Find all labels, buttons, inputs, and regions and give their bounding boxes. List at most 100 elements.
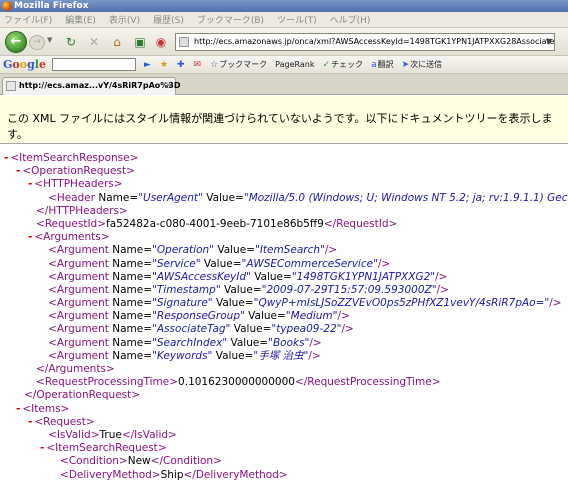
tab-favicon (6, 81, 16, 91)
collapse-toggle[interactable]: - (40, 442, 44, 454)
tab-active[interactable]: http://ecs.amaz...vY/4sRiR7pAo%3D ✕ (2, 77, 181, 95)
xml-line-content: <Items> (22, 402, 70, 415)
navigation-toolbar: ← → ▼ ↻ ✕ ⌂ ▣ ◉ http://ecs.amazonaws.jp/… (0, 28, 568, 56)
xml-line: <DeliveryMethod>Ship</DeliveryMethod> (0, 469, 568, 480)
google-logo: Google (3, 58, 46, 71)
menu-bookmarks[interactable]: ブックマーク(B) (197, 13, 264, 26)
menu-bar: ファイル(F) 編集(E) 表示(V) 履歴(S) ブックマーク(B) ツール(… (0, 12, 568, 28)
google-toolbar: Google ► ★ ✚ ✉ ☆ブックマーク PageRank ✓チェック a翻… (0, 56, 568, 74)
xml-line-content: <RequestProcessingTime>0.101623000000000… (36, 376, 441, 389)
xml-line: <Argument Name="Signature" Value="QwyP+m… (0, 297, 568, 310)
google-send-button[interactable]: ➤次に送信 (402, 59, 443, 70)
menu-tools[interactable]: ツール(T) (277, 13, 317, 26)
google-send-label: 次に送信 (410, 60, 443, 69)
xml-line: </OperationRequest> (0, 389, 568, 402)
xml-line-content: </HTTPHeaders> (36, 204, 128, 217)
back-button[interactable]: ← (5, 31, 27, 53)
google-check-button[interactable]: ✓チェック (323, 59, 364, 70)
xml-line: <Argument Name="Operation" Value="ItemSe… (0, 244, 568, 257)
menu-file[interactable]: ファイル(F) (4, 13, 52, 26)
google-bookmark-label: ブックマーク (219, 60, 268, 69)
collapse-toggle[interactable]: - (28, 231, 32, 243)
tab-close-icon[interactable]: ✕ (164, 78, 172, 94)
send-icon: ➤ (401, 60, 410, 70)
menu-help[interactable]: ヘルプ(H) (330, 13, 371, 26)
collapse-toggle[interactable]: - (28, 178, 32, 190)
xml-line: - <OperationRequest> (0, 165, 568, 178)
xml-line: - <HTTPHeaders> (0, 178, 568, 191)
xml-line: <Argument Name="Timestamp" Value="2009-0… (0, 284, 568, 297)
menu-view[interactable]: 表示(V) (109, 13, 140, 26)
xml-line-content: <Argument Name="AssociateTag" Value="typ… (48, 323, 354, 336)
xml-style-notice: この XML ファイルにはスタイル情報が関連づけられていないようです。以下にドキ… (0, 96, 568, 144)
collapse-toggle[interactable]: - (28, 416, 32, 428)
xml-line-content: <Argument Name="SearchIndex" Value="Book… (48, 336, 322, 349)
xml-line-content: <Argument Name="Keywords" Value="手塚 治虫"/… (48, 349, 321, 362)
xml-line: <Condition>New</Condition> (0, 455, 568, 468)
xml-line-content: <Request> (34, 415, 95, 428)
xml-line: - <Items> (0, 403, 568, 416)
home-icon[interactable]: ⌂ (109, 34, 125, 50)
reload-icon[interactable]: ↻ (63, 34, 79, 50)
url-dropdown-icon[interactable]: ▼ (546, 34, 552, 50)
google-search-go-icon[interactable]: ► (144, 60, 152, 70)
xml-line: <Argument Name="Keywords" Value="手塚 治虫"/… (0, 350, 568, 363)
xml-line: <Argument Name="Service" Value="AWSEComm… (0, 258, 568, 271)
google-translate-button[interactable]: a翻訳 (371, 59, 394, 70)
xml-line-content: <HTTPHeaders> (34, 178, 123, 191)
collapse-toggle[interactable]: - (16, 403, 20, 415)
xml-line-content: <OperationRequest> (22, 165, 135, 178)
site-favicon (179, 37, 189, 47)
xml-line: <Argument Name="SearchIndex" Value="Book… (0, 337, 568, 350)
xml-line-content: <IsValid>True</IsValid> (48, 428, 177, 441)
google-translate-label: 翻訳 (377, 60, 394, 69)
xml-line-content: <Arguments> (34, 231, 110, 244)
bookmark-star-icon: ☆ (210, 60, 219, 70)
menu-history[interactable]: 履歴(S) (153, 13, 184, 26)
window-title-bar: Mozilla Firefox (0, 0, 568, 12)
url-text: http://ecs.amazonaws.jp/onca/xml?AWSAcce… (194, 37, 555, 46)
google-check-label: チェック (331, 60, 364, 69)
collapse-toggle[interactable]: - (16, 165, 20, 177)
history-dropdown-icon[interactable]: ▼ (47, 36, 52, 44)
menu-edit[interactable]: 編集(E) (65, 13, 96, 26)
xml-style-notice-text: この XML ファイルにはスタイル情報が関連づけられていないようです。以下にドキ… (7, 112, 553, 141)
xml-line: <IsValid>True</IsValid> (0, 429, 568, 442)
xml-line-content: <ItemSearchResponse> (10, 152, 139, 164)
translate-icon: a (371, 60, 377, 70)
google-plus-icon[interactable]: ✚ (177, 60, 186, 70)
xml-line-content: </Arguments> (36, 363, 115, 375)
forward-button[interactable]: → (29, 35, 45, 50)
google-bookmark-button[interactable]: ☆ブックマーク (210, 59, 267, 70)
check-icon: ✓ (322, 60, 331, 70)
xml-line: <Header Name="UserAgent" Value="Mozilla/… (0, 192, 568, 205)
url-bar[interactable]: http://ecs.amazonaws.jp/onca/xml?AWSAcce… (175, 33, 555, 51)
addon-icon[interactable]: ◉ (153, 34, 169, 50)
google-pagerank-label: PageRank (275, 60, 315, 69)
xml-line: </Arguments> (0, 363, 568, 376)
xml-line: <Argument Name="AssociateTag" Value="typ… (0, 323, 568, 336)
xml-line: - <Request> (0, 416, 568, 429)
xml-line-content: <Header Name="UserAgent" Value="Mozilla/… (48, 191, 568, 204)
stop-icon[interactable]: ✕ (86, 34, 102, 50)
google-mail-icon[interactable]: ✉ (194, 60, 203, 70)
xml-line-content: <Argument Name="Operation" Value="ItemSe… (48, 244, 338, 257)
bookmark-page-icon[interactable]: ▣ (132, 34, 148, 50)
xml-line: - <ItemSearchRequest> (0, 442, 568, 455)
xml-line: <RequestId>fa52482a-c080-4001-9eeb-7101e… (0, 218, 568, 231)
xml-line-content: <Condition>New</Condition> (60, 455, 222, 468)
google-pagerank-button[interactable]: PageRank (275, 60, 314, 69)
google-search-input[interactable] (51, 58, 136, 71)
firefox-icon (2, 1, 12, 11)
xml-line-content: <Argument Name="Service" Value="AWSEComm… (48, 257, 391, 270)
collapse-toggle[interactable]: - (4, 152, 8, 164)
xml-line-content: </OperationRequest> (24, 389, 141, 402)
window-title: Mozilla Firefox (14, 1, 89, 11)
google-star-icon[interactable]: ★ (160, 60, 169, 70)
xml-line-content: <ItemSearchRequest> (46, 442, 167, 455)
xml-line-content: <DeliveryMethod>Ship</DeliveryMethod> (60, 468, 288, 480)
xml-line: </HTTPHeaders> (0, 205, 568, 218)
xml-line: - <Arguments> (0, 231, 568, 244)
xml-line: - <ItemSearchResponse> (0, 152, 568, 165)
xml-line-content: <RequestId>fa52482a-c080-4001-9eeb-7101e… (36, 217, 398, 230)
